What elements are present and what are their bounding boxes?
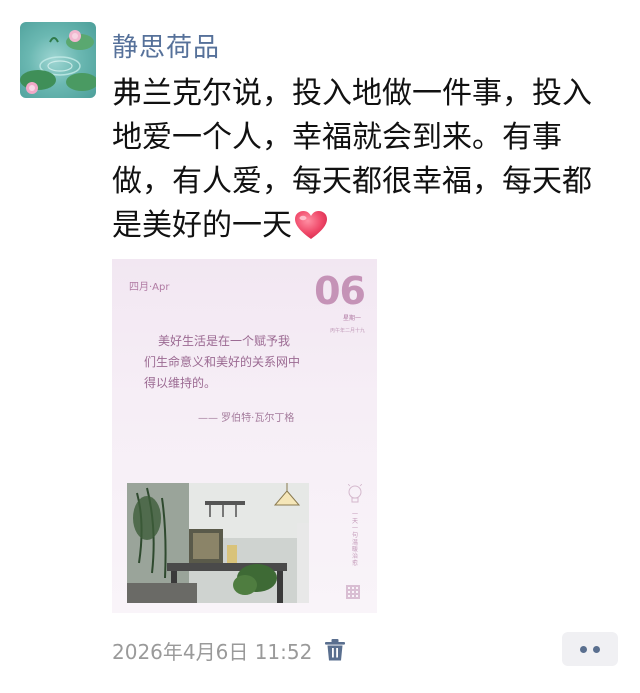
post-text-line: 做，有人爱，每天都很幸福，每天都 xyxy=(112,164,592,199)
post-text-line: 地爱一个人，幸福就会到来。有事 xyxy=(112,120,562,155)
room-photo xyxy=(127,483,309,603)
qr-code-icon xyxy=(346,585,360,599)
more-dot-icon xyxy=(593,645,600,653)
more-dots-button[interactable] xyxy=(562,632,618,666)
more-dot-icon xyxy=(580,645,587,653)
post-text: 弗兰克尔说，投入地做一件事，投入 地爱一个人，幸福就会到来。有事 做，有人爱，每… xyxy=(112,72,612,248)
card-quote-line: 们生命意义和美好的关系网中 xyxy=(144,355,301,369)
card-side-text: 一天一句温暖治愈 xyxy=(352,511,359,567)
avatar[interactable] xyxy=(20,22,96,98)
author-name[interactable]: 静思荷品 xyxy=(112,27,220,64)
card-quote-line: 得以维持的。 xyxy=(144,376,217,390)
lotus-avatar-image xyxy=(20,30,96,94)
post-text-line: 弗兰克尔说，投入地做一件事，投入 xyxy=(112,76,592,111)
card-lunar-date: 丙午年二月十九 xyxy=(329,328,365,334)
card-month: 四月·Apr xyxy=(129,282,170,293)
post-footer: 2026年4月6日 11:52 xyxy=(112,632,346,668)
card-weekday: 星期一 xyxy=(342,315,361,322)
heart-emoji-icon xyxy=(295,211,327,239)
post-timestamp: 2026年4月6日 11:52 xyxy=(112,639,313,664)
calendar-card-image[interactable]: 四月·Apr 06 星期一 丙午年二月十九 美好生活是在一个赋予我 们生命意义和… xyxy=(112,259,377,613)
card-quote-line: 美好生活是在一个赋予我 xyxy=(158,334,291,348)
bulb-icon xyxy=(348,484,362,503)
post-text-line-last: 是美好的一天 xyxy=(112,204,612,248)
card-day: 06 xyxy=(314,269,366,313)
card-quote-author: —— 罗伯特·瓦尔丁格 xyxy=(198,413,295,424)
post-text-line: 是美好的一天 xyxy=(112,208,292,243)
card-quote: 美好生活是在一个赋予我 们生命意义和美好的关系网中 得以维持的。 xyxy=(144,331,318,394)
trash-icon[interactable] xyxy=(324,638,346,662)
